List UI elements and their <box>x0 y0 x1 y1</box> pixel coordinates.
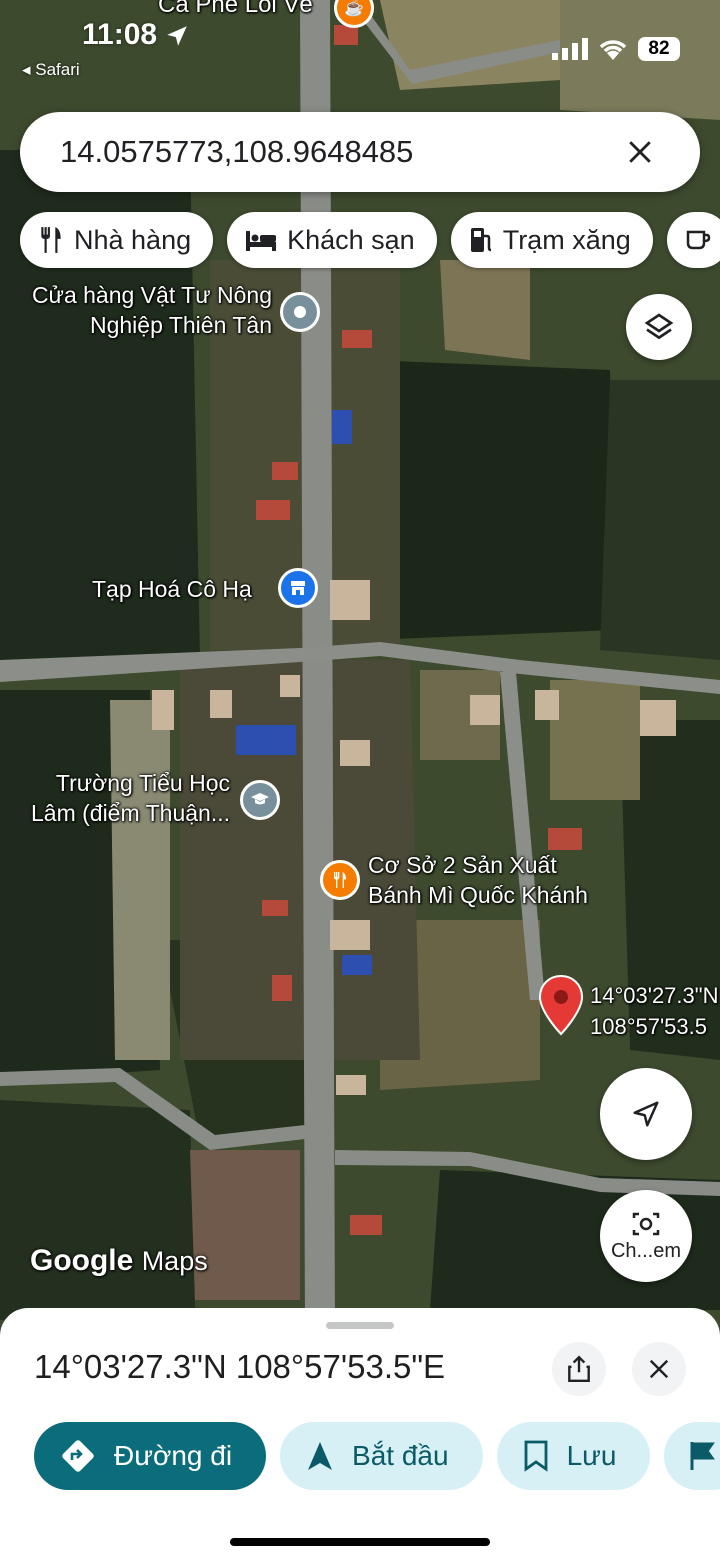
close-sheet-button[interactable] <box>632 1342 686 1396</box>
location-arrow-icon <box>167 26 187 46</box>
home-indicator[interactable] <box>230 1538 490 1546</box>
camera-search-button[interactable]: Ch...em <box>600 1190 692 1282</box>
fork-knife-icon <box>334 872 346 888</box>
place-label-line: Nghiệp Thiên Tân <box>89 312 272 338</box>
directions-button[interactable]: Đường đi <box>34 1422 267 1490</box>
chip-hotels[interactable]: Khách sạn <box>227 212 437 268</box>
close-icon <box>649 1359 669 1379</box>
marker-coords-label: 14°03'27.3"N 108°57'53.5 <box>590 980 718 1042</box>
flag-icon <box>690 1442 716 1470</box>
signal-icon <box>552 38 588 60</box>
wifi-icon <box>599 40 627 60</box>
navigation-arrow-icon <box>633 1101 659 1127</box>
place-label-line: Bánh Mì Quốc Khánh <box>368 882 588 908</box>
coordinates-title: 14°03'27.3"N 108°57'53.5"E <box>34 1348 446 1385</box>
cup-icon <box>686 230 711 250</box>
save-button[interactable]: Lưu <box>496 1422 651 1490</box>
place-label-school[interactable]: Trường Tiểu Học Lâm (điểm Thuận... <box>6 768 230 828</box>
place-label-cafe[interactable]: Cà Phê Lối Về <box>158 0 313 20</box>
back-app-label: Safari <box>35 60 80 79</box>
store-pin-icon[interactable] <box>280 292 320 332</box>
layers-icon <box>644 313 674 340</box>
navigation-arrow-icon <box>308 1442 333 1470</box>
layers-button[interactable] <box>626 294 692 360</box>
marker-lat: 14°03'27.3"N <box>590 983 719 1008</box>
share-button[interactable] <box>552 1342 606 1396</box>
chip-restaurants[interactable]: Nhà hàng <box>20 212 214 268</box>
shop-pin-icon[interactable] <box>278 568 318 608</box>
action-buttons: Đường đi Bắt đầu Lưu <box>34 1422 720 1490</box>
dropped-pin-icon[interactable] <box>538 974 584 1036</box>
graduation-cap-icon <box>251 793 269 805</box>
school-pin-icon[interactable] <box>240 780 280 820</box>
place-bottom-sheet[interactable]: 14°03'27.3"N 108°57'53.5"E Đường đi Bắt … <box>0 1308 720 1560</box>
search-input[interactable]: 14.0575773,108.9648485 <box>60 134 620 170</box>
place-label-line: Lâm (điểm Thuận... <box>30 800 230 826</box>
clear-search-button[interactable] <box>620 132 660 172</box>
label-button[interactable] <box>664 1422 720 1490</box>
place-label-line: Trường Tiểu Học <box>55 770 230 796</box>
place-label-line: Cơ Sở 2 Sản Xuất <box>368 852 557 878</box>
save-label: Lưu <box>566 1440 617 1471</box>
google-maps-logo: Google Maps <box>30 1244 208 1278</box>
place-label-store[interactable]: Cửa hàng Vật Tư Nông Nghiệp Thiên Tân <box>4 280 272 340</box>
restaurant-pin-icon[interactable] <box>320 860 360 900</box>
battery-indicator: 82 <box>638 37 680 61</box>
close-icon <box>629 141 651 163</box>
gas-pump-icon <box>470 228 491 252</box>
place-label-bakery[interactable]: Cơ Sở 2 Sản Xuất Bánh Mì Quốc Khánh <box>368 850 588 910</box>
fork-knife-icon <box>41 227 61 253</box>
place-label-grocery[interactable]: Tạp Hoá Cô Hạ <box>92 574 252 604</box>
storefront-icon <box>291 581 305 595</box>
satellite-map[interactable]: 11:08 ◂ Safari 82 Cà Phê Lối Về ☕ 14.057… <box>0 0 720 1330</box>
chip-label: Khách sạn <box>287 224 415 255</box>
sheet-drag-handle[interactable] <box>326 1322 394 1329</box>
chip-label: Trạm xăng <box>502 224 631 255</box>
chip-gas-stations[interactable]: Trạm xăng <box>450 212 653 268</box>
share-icon <box>568 1355 590 1383</box>
logo-maps: Maps <box>141 1246 208 1276</box>
directions-label: Đường đi <box>114 1440 233 1471</box>
marker-lng: 108°57'53.5 <box>590 1014 707 1039</box>
bed-icon <box>246 231 277 251</box>
status-indicators: 82 <box>552 34 680 64</box>
category-chips: Nhà hàng Khách sạn Trạm xăng <box>20 212 720 268</box>
logo-google: Google <box>30 1244 134 1277</box>
start-label: Bắt đầu <box>352 1440 449 1471</box>
camera-lens-icon <box>632 1212 660 1235</box>
place-label-line: Cửa hàng Vật Tư Nông <box>31 282 272 308</box>
back-to-safari[interactable]: ◂ Safari <box>22 60 80 80</box>
camera-button-label: Ch...em <box>610 1239 682 1262</box>
status-time: 11:08 <box>82 18 158 51</box>
chip-more[interactable] <box>666 212 720 268</box>
search-bar[interactable]: 14.0575773,108.9648485 <box>20 112 700 192</box>
my-location-button[interactable] <box>600 1068 692 1160</box>
chip-label: Nhà hàng <box>74 224 192 255</box>
directions-icon <box>62 1440 94 1472</box>
start-button[interactable]: Bắt đầu <box>280 1422 483 1490</box>
bookmark-icon <box>524 1440 547 1472</box>
